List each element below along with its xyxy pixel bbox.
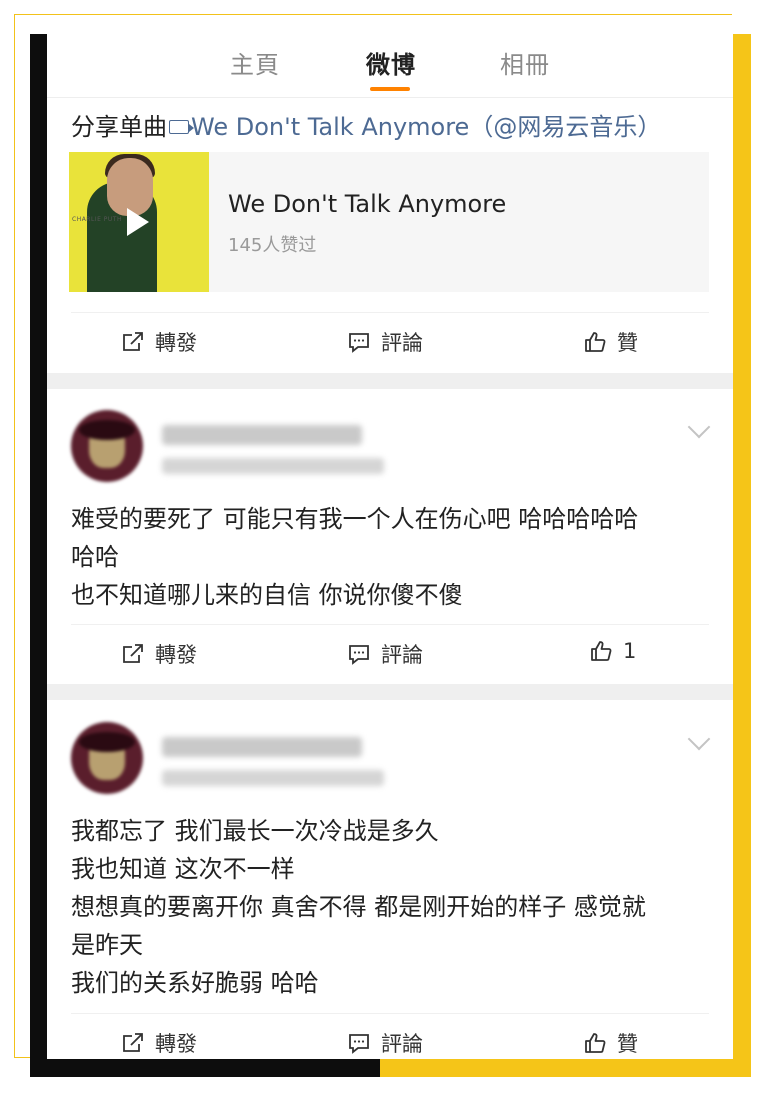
frame-black-bottom [30, 1059, 380, 1077]
comment-line: 我也知道 这次不一样 [71, 855, 295, 883]
like-label: 贊 [617, 331, 638, 355]
repost-label: 轉發 [155, 643, 197, 667]
active-tab-indicator [370, 87, 410, 91]
song-link[interactable]: We Don't Talk Anymore [191, 113, 469, 141]
like-button[interactable]: 贊 [583, 1028, 638, 1058]
like-label: 贊 [617, 1032, 638, 1056]
blurred-meta [162, 458, 384, 474]
section-divider [47, 684, 733, 700]
repost-button[interactable]: 轉發 [121, 327, 197, 357]
comment-line: 我们的关系好脆弱 哈哈 [71, 969, 319, 997]
comment-icon [349, 333, 369, 353]
comment-line: 哈哈 [71, 543, 119, 571]
comment-line: 是昨天 [71, 931, 143, 959]
comment-button[interactable]: 評論 [347, 327, 423, 357]
chevron-down-icon[interactable] [687, 727, 711, 751]
comment-line: 想想真的要离开你 真舍不得 都是刚开始的样子 感觉就 [71, 893, 646, 921]
blurred-username [162, 425, 362, 445]
repost-icon [123, 644, 143, 663]
repost-button[interactable]: 轉發 [121, 1028, 197, 1058]
tab-album[interactable]: 相冊 [500, 45, 550, 80]
link-play-icon [169, 120, 194, 134]
profile-tabs: 主頁 微博 相冊 [47, 15, 733, 98]
like-count: 1 [623, 639, 637, 663]
section-divider [47, 373, 733, 389]
comment-label: 評論 [381, 643, 423, 667]
comment-text: 难受的要死了 可能只有我一个人在伤心吧 哈哈哈哈哈 哈哈 也不知道哪儿来的自信 … [71, 500, 711, 614]
like-button[interactable]: 贊 [583, 327, 638, 357]
avatar[interactable] [71, 722, 143, 794]
like-button[interactable]: 1 [589, 639, 636, 663]
comment-text: 我都忘了 我们最长一次冷战是多久 我也知道 这次不一样 想想真的要离开你 真舍不… [71, 812, 711, 1002]
music-card[interactable]: CHARLIE PUTH We Don't Talk Anymore 145人赞… [69, 152, 709, 292]
comment-action-bar: 轉發 評論 贊 [71, 1013, 709, 1059]
comment-button[interactable]: 評論 [347, 1028, 423, 1058]
thumbs-up-icon [591, 641, 612, 661]
comment-action-bar: 轉發 評論 1 [71, 624, 709, 681]
avatar[interactable] [71, 410, 143, 482]
album-cover[interactable]: CHARLIE PUTH [69, 152, 209, 292]
repost-label: 轉發 [155, 1032, 197, 1056]
comment-label: 評論 [381, 1032, 423, 1056]
post-action-bar: 轉發 評論 贊 [71, 312, 709, 369]
comment-icon [349, 645, 369, 665]
post-text: 分享单曲 We Don't Talk Anymore（@网易云音乐） [71, 107, 661, 142]
comment-line: 也不知道哪儿来的自信 你说你傻不傻 [71, 581, 463, 609]
blurred-meta [162, 770, 384, 786]
frame-yellow-right [733, 34, 751, 1077]
blurred-username [162, 737, 362, 757]
frame-yellow-bottom [380, 1059, 751, 1077]
comment-line: 难受的要死了 可能只有我一个人在伤心吧 哈哈哈哈哈 [71, 505, 639, 533]
thumbs-up-icon [585, 1033, 606, 1053]
song-likes: 145人赞过 [228, 235, 317, 256]
repost-button[interactable]: 轉發 [121, 639, 197, 669]
repost-icon [123, 332, 143, 351]
comment-label: 評論 [381, 331, 423, 355]
thumbs-up-icon [585, 332, 606, 352]
tab-weibo[interactable]: 微博 [366, 45, 416, 80]
play-icon[interactable] [127, 208, 149, 236]
weibo-screen: 主頁 微博 相冊 分享单曲 We Don't Talk Anymore（@网易云音… [47, 15, 733, 1059]
frame-black-left [30, 34, 47, 1077]
song-title: We Don't Talk Anymore [228, 190, 507, 218]
share-prefix: 分享单曲 [71, 113, 167, 141]
comment-line: 我都忘了 我们最长一次冷战是多久 [71, 817, 439, 845]
comment-icon [349, 1034, 369, 1054]
repost-icon [123, 1033, 143, 1052]
comment-button[interactable]: 評論 [347, 639, 423, 669]
repost-label: 轉發 [155, 331, 197, 355]
album-artist-text: CHARLIE PUTH [72, 216, 122, 223]
chevron-down-icon[interactable] [687, 415, 711, 439]
tab-home[interactable]: 主頁 [230, 45, 280, 80]
source-mention[interactable]: （@网易云音乐） [469, 113, 661, 141]
